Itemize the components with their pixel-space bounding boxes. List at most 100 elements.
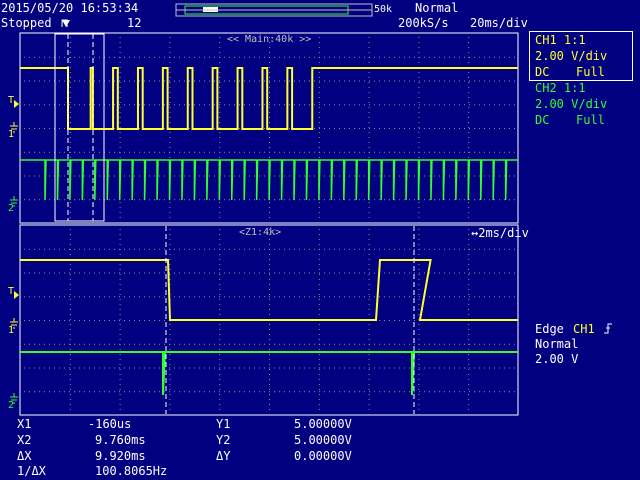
grid-dot [318,389,320,390]
grid-dot [329,367,330,369]
grid-dot [69,72,71,73]
grid-dot [129,104,130,106]
grid-dot [219,391,220,393]
grid-dot [119,296,120,298]
grid-dot [484,272,485,274]
grid-dot [39,80,40,82]
grid-dot [354,151,355,153]
grid-dot [94,80,95,82]
grid-dot [264,391,265,393]
grid-dot [474,248,475,250]
grid-dot [179,272,180,274]
grid-dot [79,151,80,153]
grid-dot [369,367,370,369]
grid-dot [139,56,140,58]
grid-dot [274,367,275,369]
grid-dot [214,367,215,369]
grid-dot [404,391,405,393]
grid-dot [344,367,345,369]
grid-dot [318,102,320,103]
grid-dot [479,151,480,153]
grid-dot [279,80,280,82]
grid-dot [39,248,40,250]
grid-dot [468,324,470,325]
grid-dot [499,296,500,298]
trigger-source[interactable]: CH1 [573,322,595,336]
grid-dot [429,296,430,298]
cursor-y1-value: 5.00000V [294,417,352,431]
grid-dot [119,102,121,103]
grid-dot [119,42,121,43]
grid-dot [189,128,190,129]
grid-dot [468,92,470,93]
grid-dot [424,343,425,345]
grid-dot [509,367,510,369]
grid-dot [418,137,420,138]
cursor-dy-value: 0.00000V [294,449,352,463]
grid-dot [119,47,121,48]
grid-dot [119,151,120,153]
grid-dot [344,128,345,129]
grid-dot [468,399,470,400]
grid-dot [134,391,135,393]
timebase[interactable]: 20ms/div [470,16,528,30]
grid-dot [368,107,370,108]
grid-dot [144,248,145,250]
grid-dot [229,296,230,298]
grid-dot [294,80,295,82]
ch2-title[interactable]: CH2 1:1 [535,81,586,95]
grid-dot [424,151,425,153]
grid-dot [319,343,320,345]
grid-dot [368,414,370,415]
grid-dot [249,343,250,345]
grid-dot [49,56,50,58]
grid-dot [339,296,340,298]
grid-dot [468,202,470,203]
zoom-region-box[interactable] [54,33,105,222]
grid-dot [449,128,450,129]
grid-dot [139,199,140,201]
memory-scale-right: 50k [374,4,393,15]
grid-dot [379,320,380,321]
grid-dot [29,56,30,58]
grid-dot [494,199,495,201]
grid-dot [309,248,310,250]
trigger-type[interactable]: Edge [535,322,564,336]
grid-dot [429,104,430,106]
grid-dot [474,151,475,153]
grid-dot [34,151,35,153]
grid-dot [309,391,310,393]
grid-dot [159,296,160,298]
grid-dot [239,199,240,201]
grid-dot [404,248,405,250]
grid-dot [319,56,320,58]
grid-dot [369,272,370,274]
grid-dot [169,269,171,270]
grid-dot [368,314,370,315]
grid-dot [54,296,55,298]
grid-dot [24,343,25,345]
grid-dot [318,359,320,360]
grid-dot [209,296,210,298]
grid-dot [468,222,470,223]
grid-dot [484,56,485,58]
trigger-mode[interactable]: Normal [415,1,458,15]
cursor-dx-value: 9.920ms [95,449,146,463]
grid-dot [169,222,171,223]
grid-dot [269,102,270,103]
zoom-timebase[interactable]: ↔2ms/div [471,226,529,240]
grid-dot [368,334,370,335]
grid-dot [409,199,410,201]
grid-dot [468,239,470,240]
grid-dot [418,404,420,405]
grid-dot [379,343,380,345]
grid-dot [459,343,460,345]
grid-dot [109,56,110,58]
grid-dot [429,151,430,153]
grid-dot [504,343,505,345]
grid-dot [449,248,450,250]
grid-dot [214,296,215,298]
grid-dot [119,80,120,82]
grid-dot [418,339,420,340]
grid-dot [204,56,205,58]
